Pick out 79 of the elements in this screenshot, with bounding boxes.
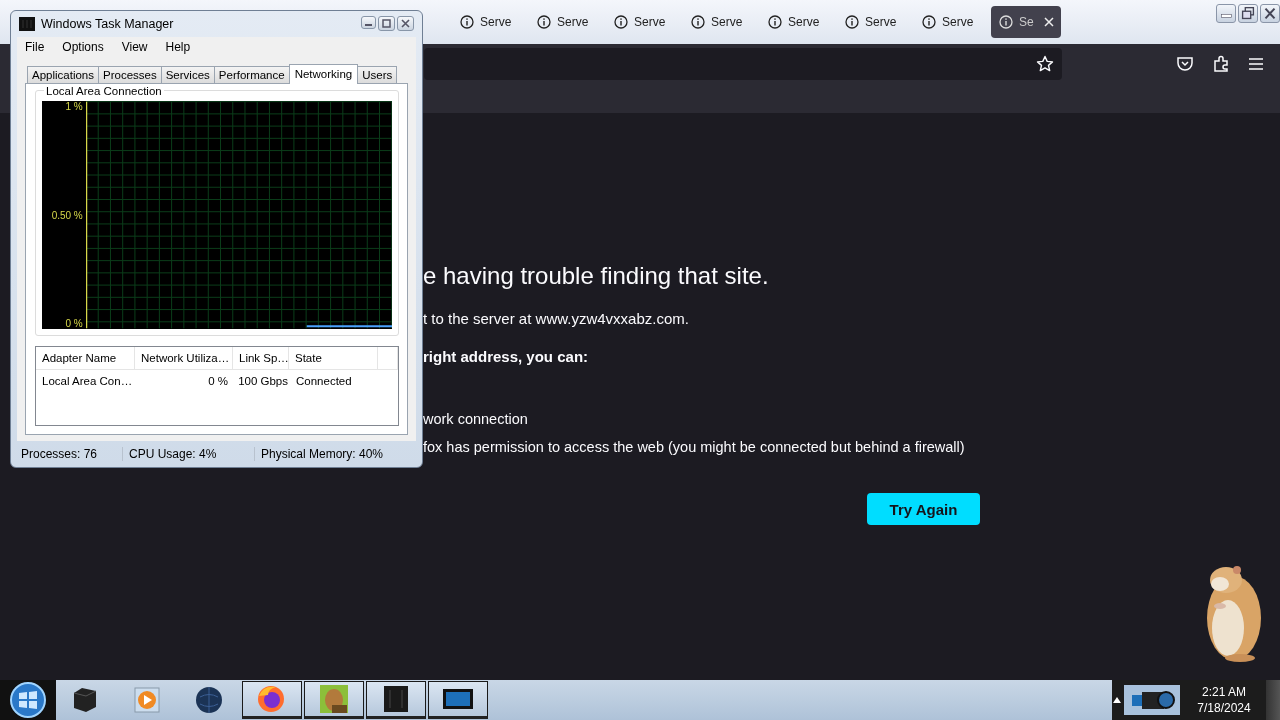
tab[interactable]: Networking <box>288 64 359 85</box>
info-icon <box>845 15 859 29</box>
tab[interactable]: Performance <box>213 66 290 84</box>
info-icon <box>768 15 782 29</box>
pocket-icon[interactable] <box>1176 55 1194 73</box>
tab-title: Se <box>1019 15 1034 29</box>
clock-date: 7/18/2024 <box>1197 700 1251 716</box>
tab-title: Serve <box>480 15 512 29</box>
tab[interactable]: Applications <box>27 66 99 84</box>
error-heading: e having trouble finding that site. <box>423 261 770 291</box>
tab[interactable]: Users <box>357 66 398 84</box>
menu-item[interactable]: Help <box>157 39 199 54</box>
group-label: Local Area Connection <box>44 85 164 98</box>
column-header[interactable]: Adapter Name <box>36 347 135 370</box>
tab[interactable]: Services <box>160 66 215 84</box>
taskbar-button[interactable] <box>304 681 364 719</box>
puzzle-icon[interactable] <box>1212 55 1230 73</box>
column-header[interactable]: Link Sp… <box>233 347 289 370</box>
suggestion-text: fox has permission to access the web (you might be connected but behind a firewall) <box>423 438 966 457</box>
browser-tab[interactable]: Serve <box>529 6 606 38</box>
axis-label: 1 % <box>65 101 83 113</box>
column-header[interactable]: Network Utiliza… <box>135 347 233 370</box>
tab-title: Serve <box>942 15 974 29</box>
window-title: Windows Task Manager <box>41 16 174 31</box>
close-button[interactable] <box>1260 4 1280 23</box>
browser-tab[interactable]: Serve <box>837 6 914 38</box>
browser-tab[interactable]: Serve <box>452 6 529 38</box>
browser-tab[interactable]: Serve <box>683 6 760 38</box>
status-text: Physical Memory: 40% <box>260 447 385 462</box>
column-header[interactable]: State <box>289 347 379 370</box>
advice-text: right address, you can: <box>423 347 590 367</box>
browser-tab[interactable]: Serve <box>760 6 837 38</box>
tab-title: Serve <box>557 15 589 29</box>
taskbar-button[interactable] <box>242 681 302 719</box>
minimize-icon <box>365 24 372 27</box>
info-icon <box>999 15 1013 29</box>
info-icon <box>460 15 474 29</box>
menu-icon[interactable] <box>1248 57 1264 71</box>
menu-item[interactable]: Options <box>54 39 112 54</box>
table-cell-text: 100 Gbps <box>237 374 289 387</box>
minimize-button[interactable] <box>361 16 376 30</box>
app-icon <box>19 16 35 31</box>
status-text: CPU Usage: 4% <box>123 447 255 462</box>
info-icon <box>922 15 936 29</box>
taskbar-button[interactable] <box>366 681 426 719</box>
star-icon[interactable] <box>1036 55 1054 73</box>
menu-item[interactable]: View <box>113 39 156 54</box>
tab-title: Serve <box>788 15 820 29</box>
status-text: Processes: 76 <box>15 447 123 462</box>
try-again-button[interactable]: Try Again <box>867 493 980 525</box>
clock-time: 2:21 AM <box>1202 684 1246 700</box>
browser-tab[interactable]: Se <box>991 6 1061 38</box>
tab-title: Serve <box>865 15 897 29</box>
menu-item[interactable]: File <box>17 39 53 54</box>
restore-button[interactable] <box>1238 4 1258 23</box>
maximize-icon <box>382 19 391 29</box>
table-cell-text: 0 % <box>207 374 229 387</box>
info-icon <box>614 15 628 29</box>
minimize-icon <box>1220 14 1232 18</box>
browser-tab[interactable]: Serve <box>914 6 991 38</box>
table-cell-text: Local Area Con… <box>41 374 134 387</box>
axis-label: 0.50 % <box>51 209 83 221</box>
maximize-button[interactable] <box>378 16 395 32</box>
close-button[interactable] <box>397 16 414 32</box>
table-cell-text: Connected <box>295 374 353 387</box>
start-button[interactable] <box>0 680 56 720</box>
tab-title: Serve <box>634 15 666 29</box>
close-icon <box>401 19 410 29</box>
tab-title: Serve <box>711 15 743 29</box>
tab[interactable]: Processes <box>98 66 162 84</box>
taskbar-button[interactable] <box>428 681 488 719</box>
browser-tab[interactable]: Serve <box>606 6 683 38</box>
close-icon[interactable] <box>1043 17 1054 27</box>
axis-label: 0 % <box>65 318 83 330</box>
info-icon <box>537 15 551 29</box>
suggestion-text: work connection <box>423 410 529 429</box>
info-icon <box>691 15 705 29</box>
error-message: t to the server at www.yzw4vxxabz.com. <box>423 309 690 329</box>
camera-icon[interactable] <box>1122 683 1182 717</box>
